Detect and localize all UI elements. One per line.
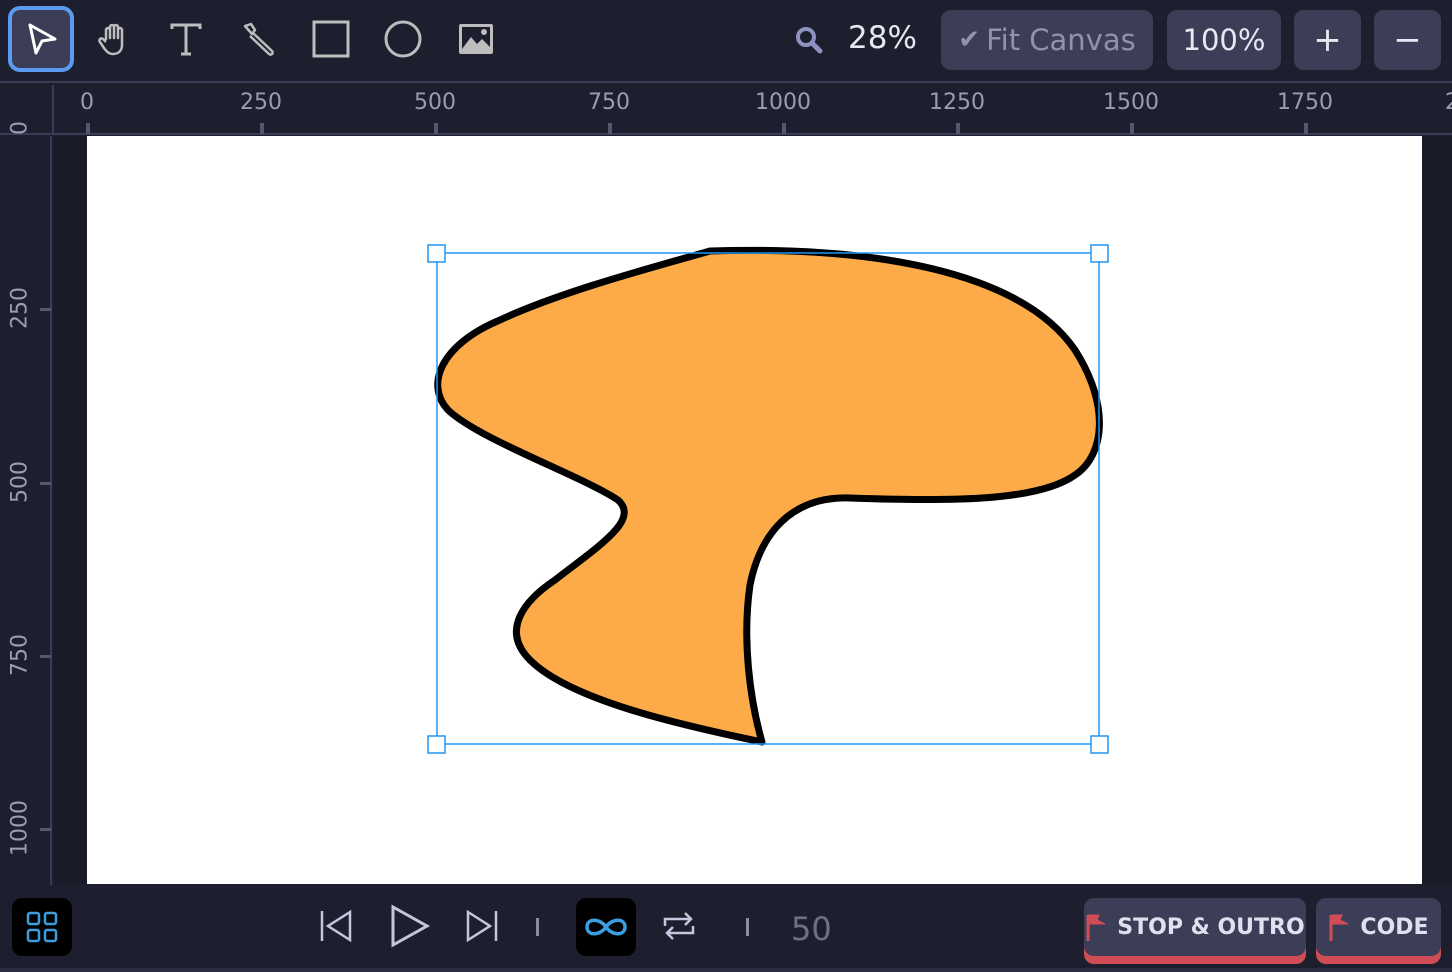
infinity-icon <box>585 918 627 936</box>
repeat-button[interactable] <box>660 906 698 946</box>
repeat-icon <box>663 912 695 940</box>
grid-icon <box>26 911 58 943</box>
skip-forward-icon <box>466 909 498 943</box>
skip-back-button[interactable] <box>316 906 356 946</box>
flag-icon <box>1086 914 1106 941</box>
flag-icon <box>1329 914 1349 941</box>
skip-back-icon <box>320 909 352 943</box>
resize-handle-bottom-right[interactable] <box>1090 735 1109 754</box>
skip-forward-button[interactable] <box>462 906 502 946</box>
play-button[interactable] <box>386 903 432 949</box>
frame-counter: 50 <box>791 910 832 948</box>
resize-handle-top-right[interactable] <box>1090 244 1109 263</box>
resize-handle-top-left[interactable] <box>427 244 446 263</box>
code-button[interactable]: CODE <box>1316 898 1441 956</box>
loop-infinite-button[interactable] <box>576 898 636 956</box>
blob-shape[interactable] <box>434 246 1103 746</box>
divider <box>746 918 749 936</box>
grid-view-button[interactable] <box>12 898 72 956</box>
stop-outro-button[interactable]: STOP & OUTRO <box>1084 898 1306 956</box>
resize-handle-bottom-left[interactable] <box>427 735 446 754</box>
shape-layer <box>427 244 1109 754</box>
divider <box>536 918 539 936</box>
play-icon <box>391 904 431 948</box>
